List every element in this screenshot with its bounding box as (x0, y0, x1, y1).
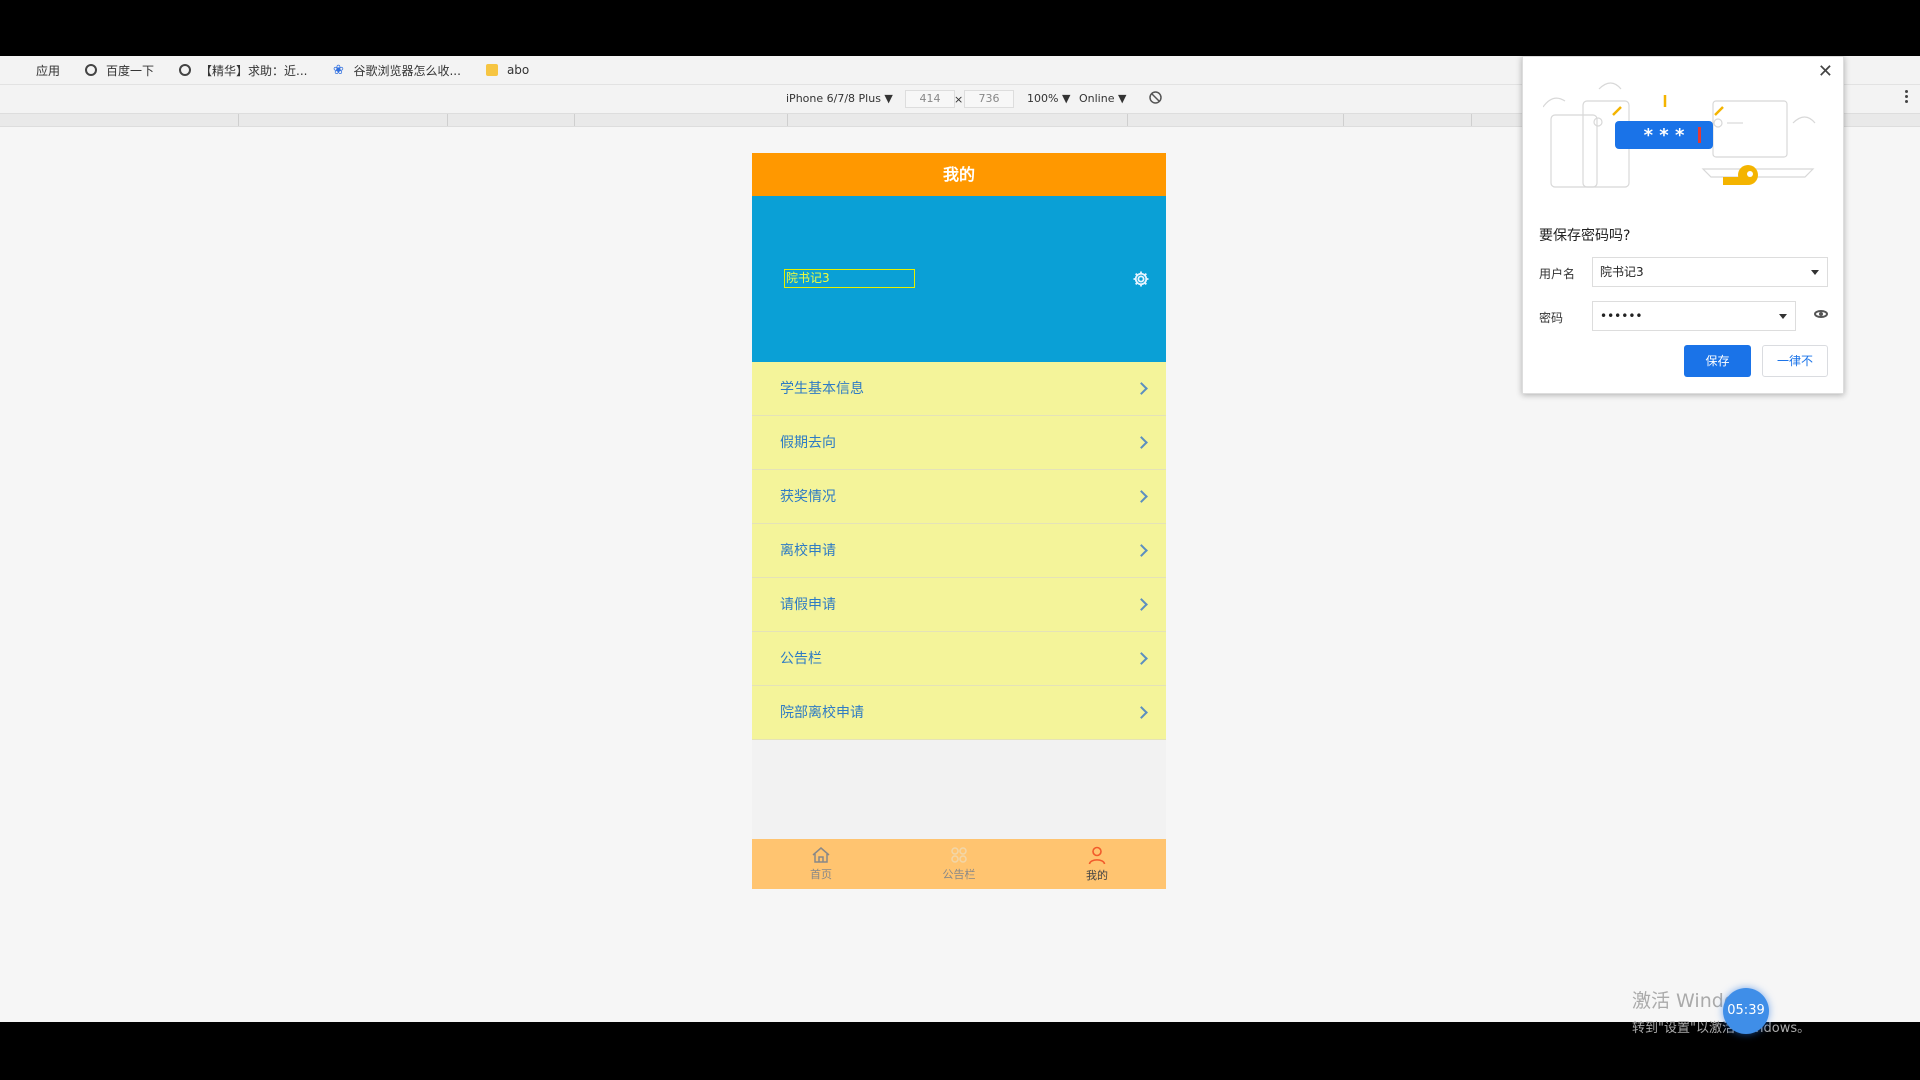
tab-bulletin[interactable]: 公告栏 (890, 839, 1028, 889)
apps-grid-icon (14, 63, 28, 77)
save-password-question: 要保存密码吗? (1539, 228, 1631, 244)
tab-label: 首页 (810, 868, 832, 881)
height-input[interactable]: 736 (964, 90, 1014, 108)
chevron-right-icon (1135, 706, 1148, 719)
zoom-select[interactable]: 100% ▼ (1027, 92, 1070, 105)
home-icon (812, 847, 830, 863)
bookmark-forum[interactable]: 【精华】求助：近... (178, 62, 307, 79)
menu-item-label: 请假申请 (780, 597, 836, 613)
width-input[interactable]: 414 (905, 90, 955, 108)
chevron-right-icon (1135, 490, 1148, 503)
username-value: 院书记3 (1600, 265, 1644, 279)
never-button[interactable]: 一律不 (1762, 345, 1828, 377)
folder-icon (485, 63, 499, 77)
bookmark-label: 应用 (36, 63, 61, 78)
bulletin-icon (951, 847, 967, 863)
menu-item-label: 获奖情况 (780, 489, 836, 505)
save-password-dialog: ✕ * * * 要保存密码吗? 用户名 院书记3 密码 •••••• 保存 一律… (1522, 56, 1844, 394)
password-dropdown[interactable]: •••••• (1592, 301, 1796, 331)
menu-item-label: 离校申请 (780, 543, 836, 559)
windows-activation-watermark: 激活 Windows 转到"设置"以激活 Windows。 (1632, 986, 1810, 1036)
paw-icon: ❀ (333, 62, 344, 78)
password-field-label: 密码 (1539, 311, 1564, 325)
watermark-line-2: 转到"设置"以激活 Windows。 (1632, 1021, 1811, 1036)
bottom-tab-bar: 首页 公告栏 我的 (752, 839, 1166, 889)
chevron-right-icon (1135, 382, 1148, 395)
menu-item-leave-request[interactable]: 请假申请 (752, 578, 1166, 632)
globe-icon (84, 63, 98, 77)
chevron-right-icon (1135, 544, 1148, 557)
username-field-label: 用户名 (1539, 267, 1576, 281)
dimension-separator: × (954, 93, 964, 106)
chevron-down-icon (1779, 314, 1787, 319)
bookmark-apps[interactable]: 应用 (14, 62, 60, 79)
phone-viewport: 我的 院书记3 学生基本信息 假期去向 获奖情况 离校申请 请假申请 公告栏 院… (752, 153, 1166, 889)
profile-header: 院书记3 (752, 196, 1166, 362)
globe-icon (178, 63, 192, 77)
device-select[interactable]: iPhone 6/7/8 Plus ▼ (786, 92, 893, 105)
eye-icon[interactable] (1814, 310, 1828, 318)
save-button[interactable]: 保存 (1684, 345, 1751, 377)
menu-item-student-info[interactable]: 学生基本信息 (752, 362, 1166, 416)
bookmark-label: abo (506, 63, 530, 77)
chevron-down-icon (1811, 270, 1819, 275)
menu-item-dept-leave-school[interactable]: 院部离校申请 (752, 686, 1166, 740)
menu-item-label: 院部离校申请 (780, 705, 864, 721)
tab-label: 公告栏 (942, 868, 976, 881)
recording-clock-badge: 05:39 (1723, 988, 1769, 1034)
tab-label: 我的 (1086, 869, 1108, 882)
network-select[interactable]: Online ▼ (1079, 92, 1126, 105)
watermark-line-1: 激活 Windows (1632, 990, 1761, 1012)
chevron-right-icon (1135, 598, 1148, 611)
more-options-icon[interactable] (1905, 90, 1908, 103)
menu-item-holiday-destination[interactable]: 假期去向 (752, 416, 1166, 470)
password-value: •••••• (1600, 309, 1643, 323)
illustration-stars: * * * (1644, 125, 1685, 146)
gear-icon[interactable] (1132, 270, 1150, 288)
menu-item-label: 学生基本信息 (780, 381, 864, 397)
menu-item-awards[interactable]: 获奖情况 (752, 470, 1166, 524)
bookmark-label: 【精华】求助：近... (200, 63, 308, 78)
username-label: 院书记3 (784, 269, 915, 288)
password-illustration-icon: * * * (1543, 82, 1816, 188)
menu-item-label: 假期去向 (780, 435, 836, 451)
bookmark-label: 百度一下 (106, 63, 155, 78)
rotate-icon[interactable] (1148, 90, 1163, 108)
chevron-right-icon (1135, 436, 1148, 449)
menu-item-leave-school[interactable]: 离校申请 (752, 524, 1166, 578)
bookmark-label: 谷歌浏览器怎么收... (353, 63, 461, 78)
chevron-right-icon (1135, 652, 1148, 665)
username-dropdown[interactable]: 院书记3 (1592, 257, 1828, 287)
tab-mine[interactable]: 我的 (1028, 839, 1166, 889)
menu-item-label: 公告栏 (780, 651, 822, 667)
page-title: 我的 (752, 153, 1166, 196)
menu-item-bulletin[interactable]: 公告栏 (752, 632, 1166, 686)
bookmark-baidu[interactable]: 百度一下 (84, 62, 154, 79)
user-icon (1088, 846, 1106, 865)
tab-home[interactable]: 首页 (752, 839, 890, 889)
bookmark-folder-abo[interactable]: abo (485, 63, 529, 77)
bookmark-chrome-howto[interactable]: ❀ 谷歌浏览器怎么收... (331, 62, 461, 79)
